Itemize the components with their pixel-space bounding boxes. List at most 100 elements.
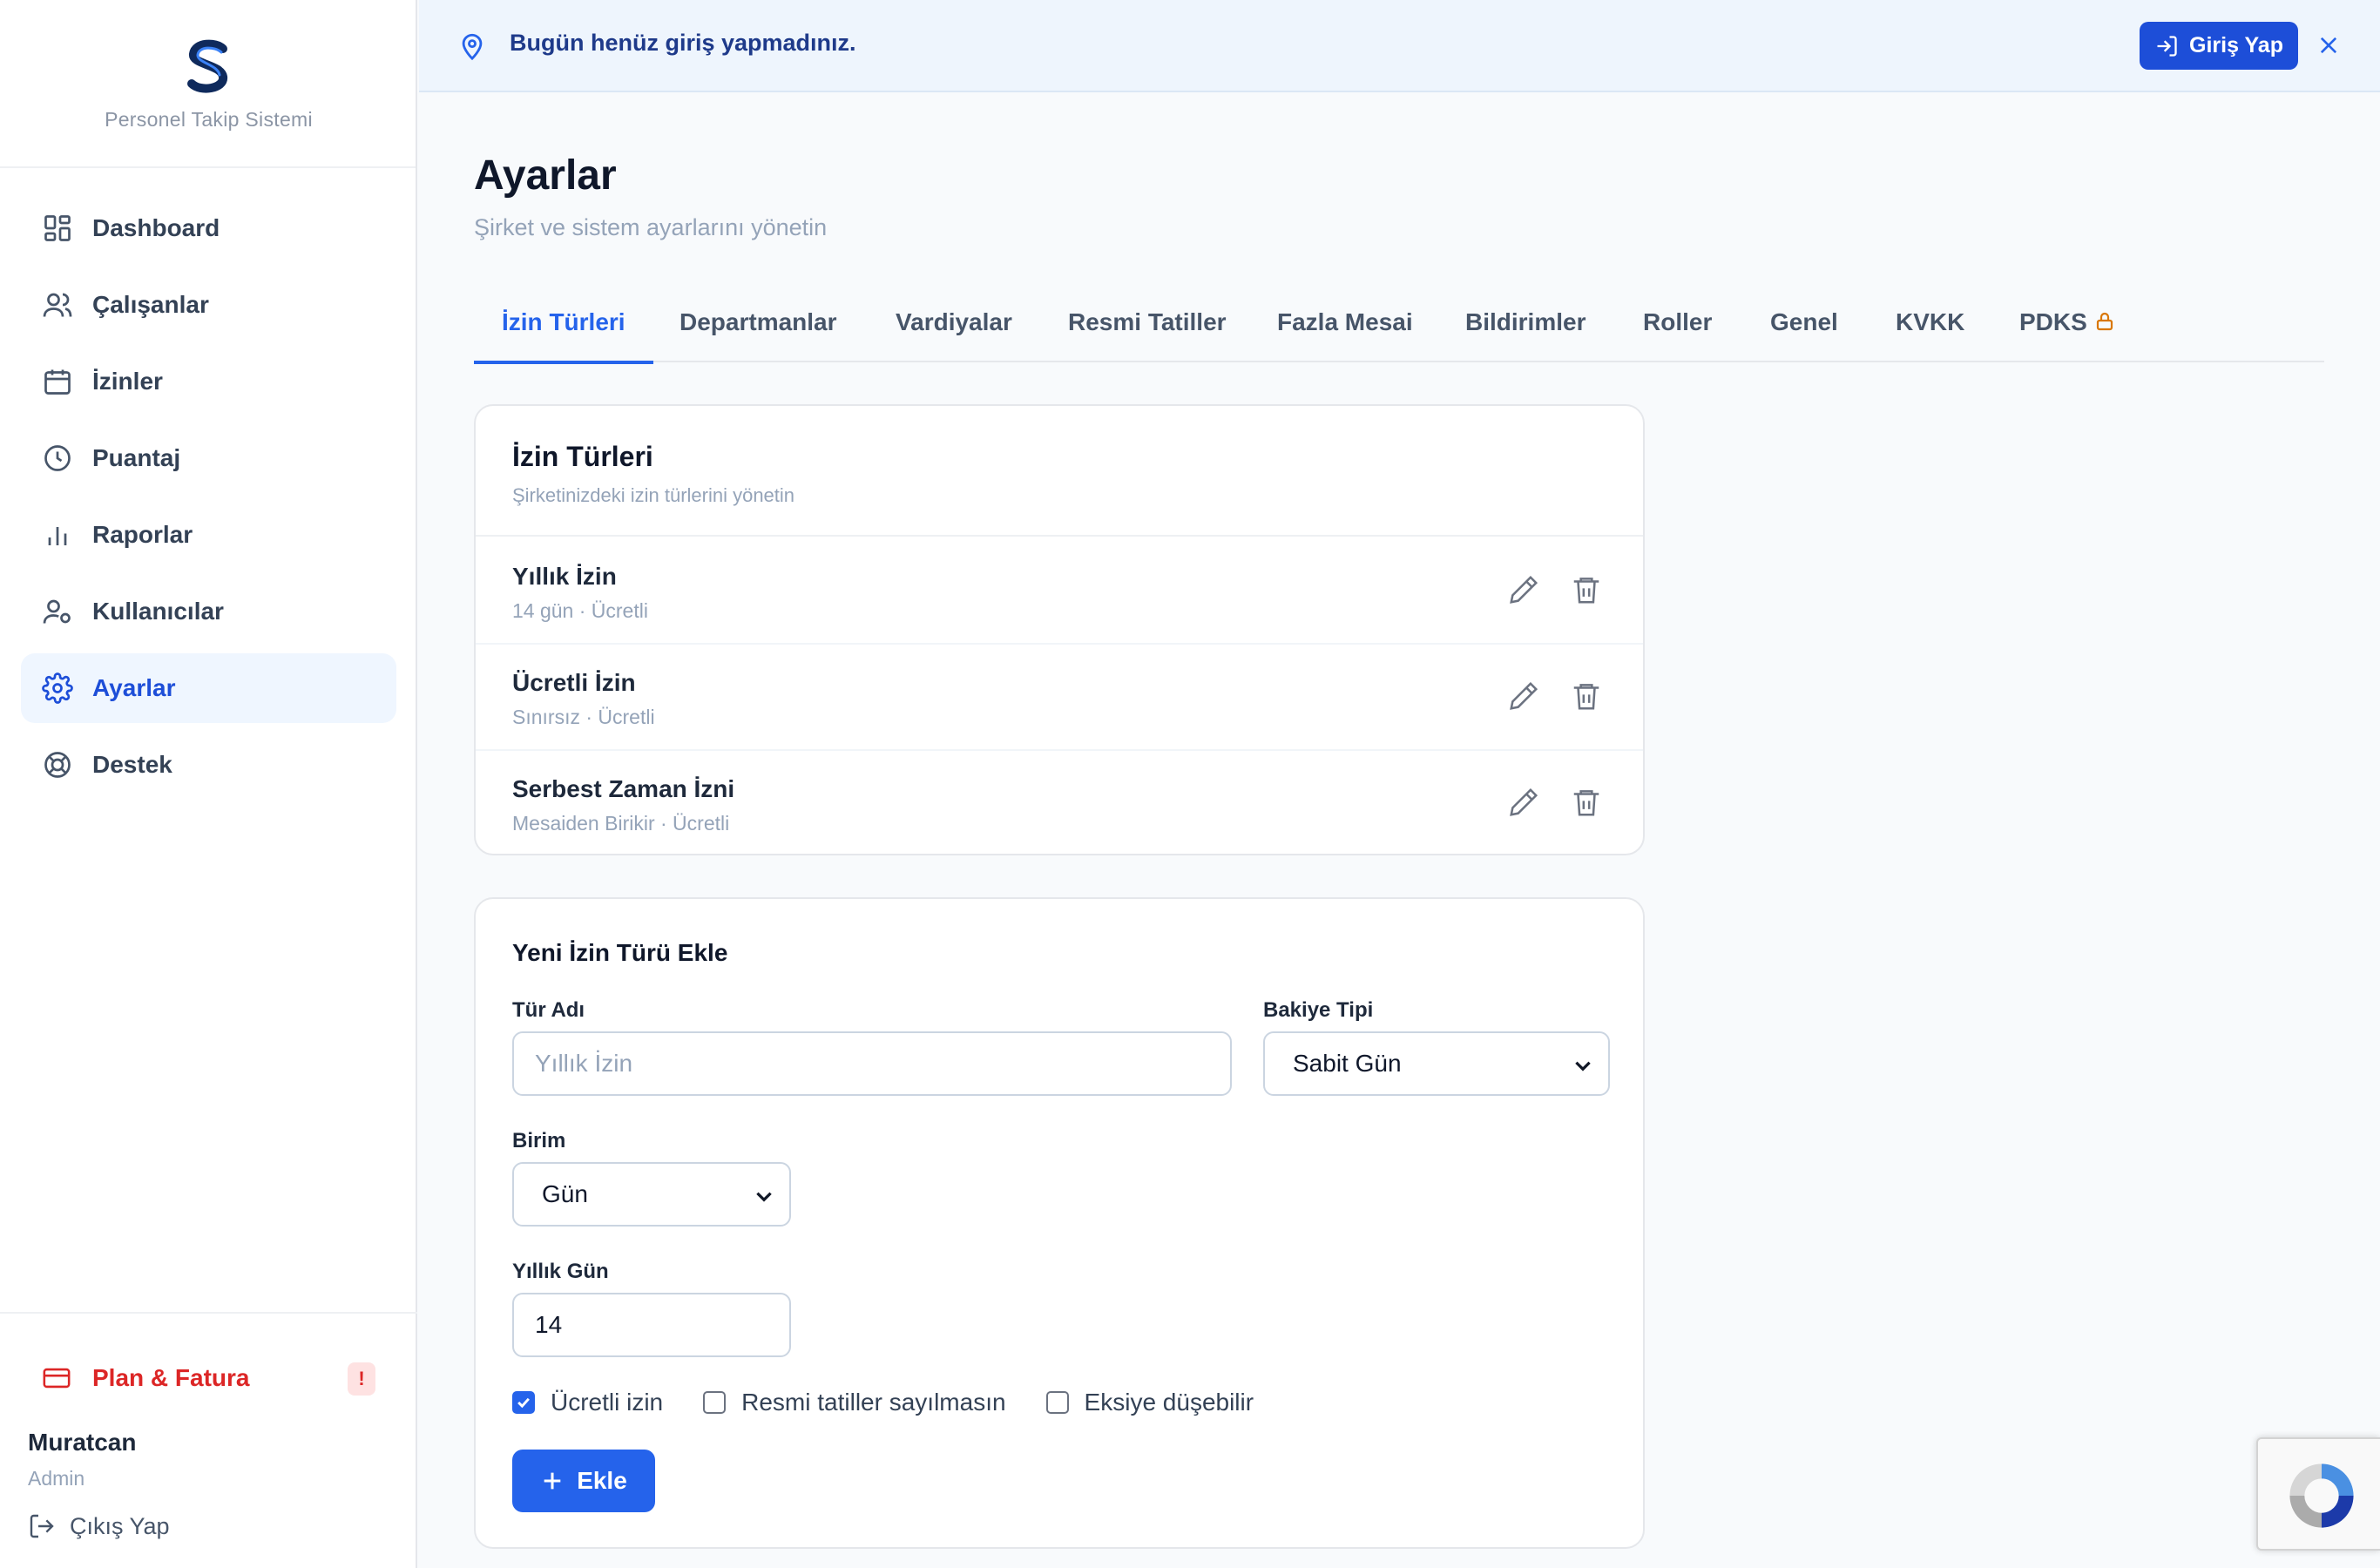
brand: Personel Takip Sistemi [0, 0, 416, 168]
tab-public-holidays[interactable]: Resmi Tatiller [1068, 296, 1227, 362]
checkbox-label: Eksiye düşebilir [1084, 1389, 1254, 1416]
logout-icon [30, 1514, 54, 1538]
tab-overtime[interactable]: Fazla Mesai [1277, 296, 1413, 362]
credit-card-icon [43, 1368, 71, 1389]
plan-label: Plan & Fatura [92, 1364, 250, 1391]
sidebar-item-label: Dashboard [92, 214, 220, 241]
sidebar-item-dashboard[interactable]: Dashboard [21, 193, 396, 263]
tab-label: Fazla Mesai [1277, 308, 1413, 335]
tab-general[interactable]: Genel [1770, 296, 1838, 362]
tab-departments[interactable]: Departmanlar [680, 296, 837, 362]
plus-icon [544, 1472, 561, 1490]
trash-icon[interactable] [1570, 679, 1603, 713]
leave-type-meta: Sınırsız · Ücretli [512, 706, 655, 728]
trash-icon[interactable] [1570, 573, 1603, 606]
balance-type-value: Sabit Gün [1293, 1050, 1402, 1077]
chevron-down-icon [1575, 1061, 1591, 1071]
tab-leave-types[interactable]: İzin Türleri [474, 296, 653, 364]
tab-label: Vardiyalar [896, 308, 1012, 335]
sidebar-item-label: Raporlar [92, 521, 193, 548]
sidebar-item-label: Destek [92, 751, 172, 778]
chevron-down-icon [756, 1192, 772, 1202]
leave-type-meta: 14 gün · Ücretli [512, 599, 648, 622]
annual-days-label: Yıllık Gün [512, 1260, 609, 1283]
sidebar-item-label: Puantaj [92, 444, 181, 471]
sidebar-item-employees[interactable]: Çalışanlar [21, 270, 396, 340]
checkbox-label: Ücretli izin [551, 1389, 664, 1416]
edit-icon[interactable] [1507, 679, 1540, 713]
sidebar-item-users[interactable]: Kullanıcılar [21, 577, 396, 646]
leave-types-card: İzin Türleri Şirketinizdeki izin türleri… [474, 404, 1645, 855]
card-title: İzin Türleri [512, 441, 653, 472]
tab-shifts[interactable]: Vardiyalar [896, 296, 1012, 362]
sidebar-footer: Plan & Fatura ! Muratcan Admin Çıkış Yap [0, 1312, 417, 1568]
list-item: Serbest Zaman İzni Mesaiden Birikir · Üc… [476, 751, 1643, 857]
checkbox-box[interactable] [1045, 1391, 1069, 1414]
user-cog-icon [43, 599, 71, 624]
tab-kvkk[interactable]: KVKK [1896, 296, 1964, 362]
sidebar-item-leaves[interactable]: İzinler [21, 347, 396, 416]
unit-select[interactable]: Gün [512, 1162, 791, 1227]
map-pin-icon [462, 33, 483, 61]
tab-roles[interactable]: Roller [1643, 296, 1712, 362]
check-icon [517, 1397, 530, 1409]
plan-billing-link[interactable]: Plan & Fatura ! [21, 1343, 396, 1413]
checkin-banner: Bugün henüz giriş yapmadınız. Giriş Yap [419, 0, 2380, 92]
options-checkboxes: Ücretli izin Resmi tatiller sayılmasın E… [512, 1385, 1294, 1420]
sidebar-item-reports[interactable]: Raporlar [21, 500, 396, 570]
tab-label: Genel [1770, 308, 1838, 335]
sidebar-item-timesheet[interactable]: Puantaj [21, 423, 396, 493]
allow-negative-checkbox[interactable]: Eksiye düşebilir [1045, 1389, 1254, 1416]
calendar-icon [44, 369, 71, 395]
edit-icon[interactable] [1507, 786, 1540, 819]
brand-name: Personel Takip Sistemi [105, 108, 313, 131]
type-name-label: Tür Adı [512, 998, 585, 1022]
tab-label: Departmanlar [680, 308, 837, 335]
add-button-label: Ekle [577, 1467, 627, 1494]
gear-icon [42, 672, 73, 704]
tab-label: PDKS [2019, 308, 2087, 335]
page-title: Ayarlar [474, 152, 617, 199]
recaptcha-logo-icon [2289, 1463, 2354, 1528]
checkbox-label: Resmi tatiller sayılmasın [741, 1389, 1006, 1416]
paid-leave-checkbox[interactable]: Ücretli izin [512, 1389, 663, 1416]
company-logo [187, 39, 227, 93]
lock-icon [2096, 312, 2113, 331]
balance-type-select[interactable]: Sabit Gün [1263, 1031, 1610, 1096]
edit-icon[interactable] [1507, 573, 1540, 606]
tab-label: Roller [1643, 308, 1713, 335]
checkin-button-label: Giriş Yap [2189, 33, 2283, 57]
exclude-holidays-checkbox[interactable]: Resmi tatiller sayılmasın [703, 1389, 1006, 1416]
tab-notifications[interactable]: Bildirimler [1465, 296, 1586, 362]
sidebar-item-label: Çalışanlar [92, 291, 209, 318]
new-leave-type-form: Yeni İzin Türü Ekle Tür Adı Bakiye Tipi … [474, 897, 1645, 1549]
trash-icon[interactable] [1570, 786, 1603, 819]
lifebuoy-icon [44, 752, 71, 778]
close-icon[interactable] [2316, 33, 2341, 57]
sidebar-item-label: Ayarlar [92, 674, 176, 701]
annual-days-input[interactable] [512, 1293, 791, 1357]
user-name: Muratcan [28, 1429, 137, 1456]
clock-icon [44, 445, 71, 471]
leave-type-meta: Mesaiden Birikir · Ücretli [512, 812, 730, 835]
checkbox-box[interactable] [512, 1391, 535, 1414]
tab-label: Resmi Tatiller [1068, 308, 1227, 335]
add-leave-type-button[interactable]: Ekle [512, 1450, 655, 1512]
sidebar-nav: Dashboard Çalışanlar İzinler Puantaj Rap… [21, 193, 396, 807]
page-subtitle: Şirket ve sistem ayarlarını yönetin [474, 214, 828, 240]
logout-button[interactable]: Çıkış Yap [28, 1507, 170, 1545]
tab-pdks[interactable]: PDKS [2019, 296, 2115, 362]
settings-tabs: İzin Türleri Departmanlar Vardiyalar Res… [474, 296, 2324, 364]
recaptcha-badge[interactable] [2256, 1437, 2380, 1551]
unit-value: Gün [542, 1180, 588, 1207]
checkbox-box[interactable] [703, 1391, 727, 1414]
type-name-input[interactable] [512, 1031, 1232, 1096]
user-role: Admin [28, 1467, 85, 1490]
sidebar-item-support[interactable]: Destek [21, 730, 396, 800]
sidebar-item-settings[interactable]: Ayarlar [21, 653, 396, 723]
balance-type-label: Bakiye Tipi [1263, 998, 1374, 1022]
plan-alert-badge: ! [348, 1362, 375, 1396]
leave-type-name: Yıllık İzin [512, 563, 617, 590]
sidebar-item-label: İzinler [92, 368, 163, 395]
checkin-button[interactable]: Giriş Yap [2140, 22, 2298, 70]
